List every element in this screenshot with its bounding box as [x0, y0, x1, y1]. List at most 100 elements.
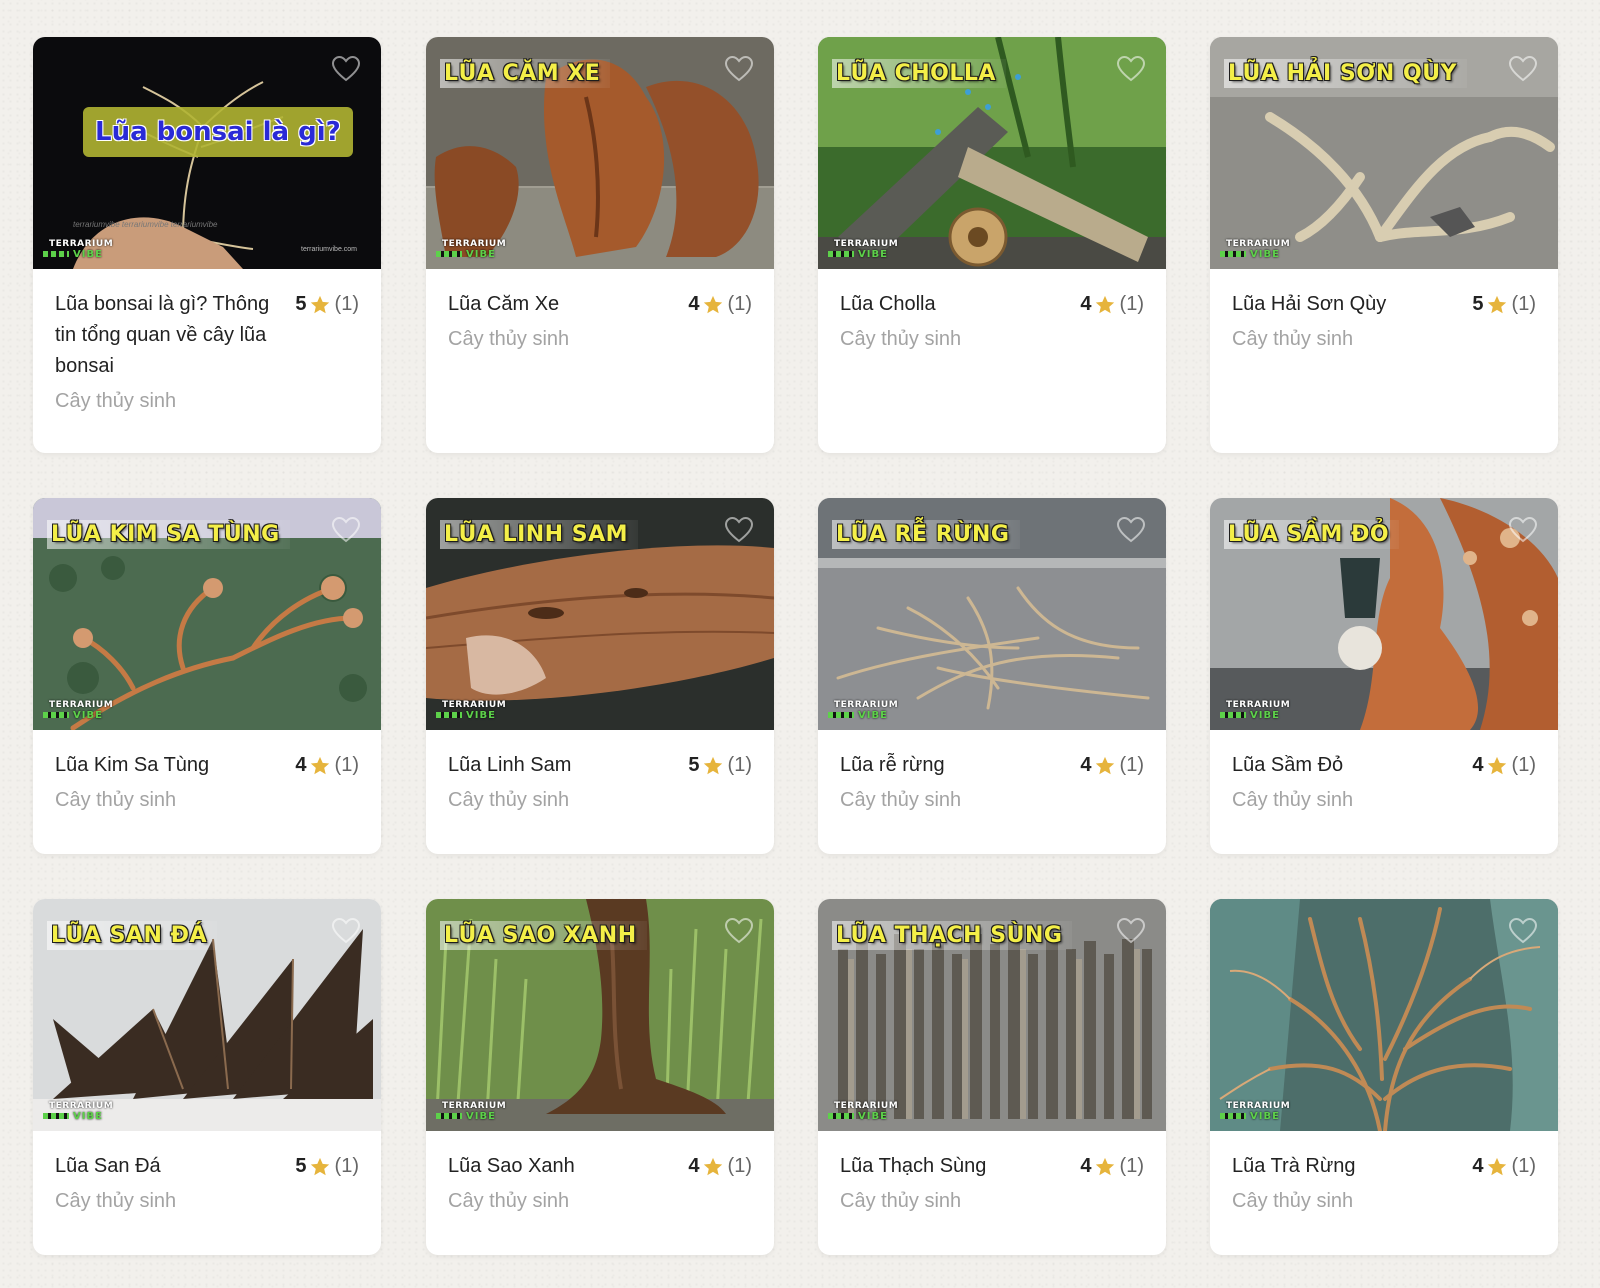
product-name[interactable]: Lũa Sao Xanh — [448, 1151, 575, 1182]
product-image[interactable]: LŨA SAN ĐÁ TERRARIUM VIBE — [33, 899, 381, 1131]
star-icon — [310, 1157, 329, 1175]
brand-logo: TERRARIUM VIBE — [828, 239, 906, 261]
star-icon — [703, 756, 722, 774]
product-image[interactable]: LŨA CHOLLA TERRARIUM VIBE — [818, 37, 1166, 269]
star-icon — [310, 756, 329, 774]
heart-outline-icon[interactable] — [1508, 917, 1538, 945]
rating-count: (1) — [1511, 754, 1536, 776]
product-rating: 5 (1) — [1472, 289, 1536, 320]
product-category[interactable]: Cây thủy sinh — [840, 328, 1144, 351]
product-image[interactable]: LŨA SẦM ĐỎ TERRARIUM VIBE — [1210, 498, 1558, 730]
heart-outline-icon[interactable] — [1508, 55, 1538, 83]
product-image[interactable]: LŨA SAO XANH TERRARIUM VIBE — [426, 899, 774, 1131]
product-card[interactable]: LŨA HẢI SƠN QÙY TERRARIUM VIBE Lũa Hải S… — [1210, 37, 1558, 453]
product-image[interactable]: LŨA LINH SAM TERRARIUM VIBE — [426, 498, 774, 730]
product-name[interactable]: Lũa Linh Sam — [448, 750, 571, 781]
heart-outline-icon[interactable] — [331, 55, 361, 83]
product-category[interactable]: Cây thủy sinh — [1232, 328, 1536, 351]
star-icon — [703, 295, 722, 313]
site-watermark: terrariumvibe.com — [301, 246, 357, 253]
rating-count: (1) — [1511, 293, 1536, 315]
heart-outline-icon[interactable] — [331, 917, 361, 945]
product-name[interactable]: Lũa Trà Rừng — [1232, 1151, 1355, 1182]
rating-count: (1) — [334, 293, 359, 315]
product-rating: 4 (1) — [1080, 1151, 1144, 1182]
product-image[interactable]: LŨA KIM SA TÙNG TERRARIUM VIBE — [33, 498, 381, 730]
product-name[interactable]: Lũa Sầm Đỏ — [1232, 750, 1343, 781]
product-category[interactable]: Cây thủy sinh — [448, 789, 752, 812]
product-category[interactable]: Cây thủy sinh — [448, 328, 752, 351]
brand-logo: TERRARIUM VIBE — [1220, 1101, 1298, 1123]
product-name[interactable]: Lũa Thạch Sùng — [840, 1151, 986, 1182]
heart-outline-icon[interactable] — [1116, 55, 1146, 83]
heart-outline-icon[interactable] — [1116, 917, 1146, 945]
product-name[interactable]: Lũa bonsai là gì? Thông tin tổng quan về… — [55, 289, 275, 382]
product-name[interactable]: Lũa San Đá — [55, 1151, 161, 1182]
product-card[interactable]: TERRARIUM VIBE Lũa Trà Rừng 4 (1) Cây th… — [1210, 899, 1558, 1255]
product-card[interactable]: LŨA CHOLLA TERRARIUM VIBE Lũa Cholla 4 (… — [818, 37, 1166, 453]
product-image[interactable]: LŨA HẢI SƠN QÙY TERRARIUM VIBE — [1210, 37, 1558, 269]
rating-score: 4 — [1080, 293, 1092, 315]
star-icon — [1487, 295, 1506, 313]
rating-count: (1) — [1119, 754, 1144, 776]
heart-outline-icon[interactable] — [724, 55, 754, 83]
heart-outline-icon[interactable] — [724, 917, 754, 945]
rating-count: (1) — [727, 293, 752, 315]
product-name[interactable]: Lũa Kim Sa Tùng — [55, 750, 209, 781]
product-category[interactable]: Cây thủy sinh — [840, 1190, 1144, 1213]
product-rating: 4 (1) — [688, 1151, 752, 1182]
rating-score: 4 — [1080, 754, 1092, 776]
product-category[interactable]: Cây thủy sinh — [55, 789, 359, 812]
product-name[interactable]: Lũa Hải Sơn Qùy — [1232, 289, 1386, 320]
product-image[interactable]: terrariumvibe terrariumvibe terrariumvib… — [33, 37, 381, 269]
rating-count: (1) — [1119, 293, 1144, 315]
product-category[interactable]: Cây thủy sinh — [55, 1190, 359, 1213]
product-category[interactable]: Cây thủy sinh — [840, 789, 1144, 812]
product-card[interactable]: LŨA KIM SA TÙNG TERRARIUM VIBE Lũa Kim S… — [33, 498, 381, 854]
product-card[interactable]: LŨA SẦM ĐỎ TERRARIUM VIBE Lũa Sầm Đỏ 4 (… — [1210, 498, 1558, 854]
heart-outline-icon[interactable] — [331, 516, 361, 544]
product-category[interactable]: Cây thủy sinh — [55, 390, 359, 413]
image-title-overlay: LŨA THẠCH SÙNG — [832, 921, 1073, 950]
rating-score: 5 — [295, 1155, 307, 1177]
rating-count: (1) — [727, 754, 752, 776]
rating-count: (1) — [1119, 1155, 1144, 1177]
product-photo — [1210, 899, 1558, 1131]
rating-count: (1) — [1511, 1155, 1536, 1177]
product-category[interactable]: Cây thủy sinh — [448, 1190, 752, 1213]
product-card[interactable]: terrariumvibe terrariumvibe terrariumvib… — [33, 37, 381, 453]
heart-outline-icon[interactable] — [1116, 516, 1146, 544]
product-category[interactable]: Cây thủy sinh — [1232, 1190, 1536, 1213]
image-title-overlay: Lũa bonsai là gì? — [83, 107, 353, 157]
product-rating: 4 (1) — [1080, 750, 1144, 781]
star-icon — [1095, 295, 1114, 313]
product-rating: 4 (1) — [1080, 289, 1144, 320]
product-image[interactable]: LŨA RỄ RỪNG TERRARIUM VIBE — [818, 498, 1166, 730]
product-card[interactable]: LŨA THẠCH SÙNG TERRARIUM VIBE Lũa Thạch … — [818, 899, 1166, 1255]
image-title-overlay: LŨA SAN ĐÁ — [47, 921, 217, 950]
brand-logo: TERRARIUM VIBE — [436, 700, 514, 722]
image-title-overlay: LŨA HẢI SƠN QÙY — [1224, 59, 1467, 88]
brand-logo: TERRARIUM VIBE — [43, 1101, 121, 1123]
rating-count: (1) — [727, 1155, 752, 1177]
product-card[interactable]: LŨA SAO XANH TERRARIUM VIBE Lũa Sao Xanh… — [426, 899, 774, 1255]
product-category[interactable]: Cây thủy sinh — [1232, 789, 1536, 812]
heart-outline-icon[interactable] — [1508, 516, 1538, 544]
product-card[interactable]: LŨA SAN ĐÁ TERRARIUM VIBE Lũa San Đá 5 (… — [33, 899, 381, 1255]
product-image[interactable]: LŨA CĂM XE TERRARIUM VIBE — [426, 37, 774, 269]
heart-outline-icon[interactable] — [724, 516, 754, 544]
product-rating: 5 (1) — [688, 750, 752, 781]
image-title-overlay: LŨA LINH SAM — [440, 520, 639, 549]
product-card[interactable]: LŨA RỄ RỪNG TERRARIUM VIBE Lũa rễ rừng 4… — [818, 498, 1166, 854]
product-image[interactable]: TERRARIUM VIBE — [1210, 899, 1558, 1131]
brand-logo: TERRARIUM VIBE — [1220, 700, 1298, 722]
product-rating: 5 (1) — [295, 1151, 359, 1182]
product-card[interactable]: LŨA LINH SAM TERRARIUM VIBE Lũa Linh Sam… — [426, 498, 774, 854]
image-title-overlay: LŨA CĂM XE — [440, 59, 611, 88]
product-name[interactable]: Lũa rễ rừng — [840, 750, 945, 781]
product-name[interactable]: Lũa Căm Xe — [448, 289, 559, 320]
product-card[interactable]: LŨA CĂM XE TERRARIUM VIBE Lũa Căm Xe 4 (… — [426, 37, 774, 453]
product-name[interactable]: Lũa Cholla — [840, 289, 936, 320]
rating-score: 5 — [295, 293, 307, 315]
product-image[interactable]: LŨA THẠCH SÙNG TERRARIUM VIBE — [818, 899, 1166, 1131]
